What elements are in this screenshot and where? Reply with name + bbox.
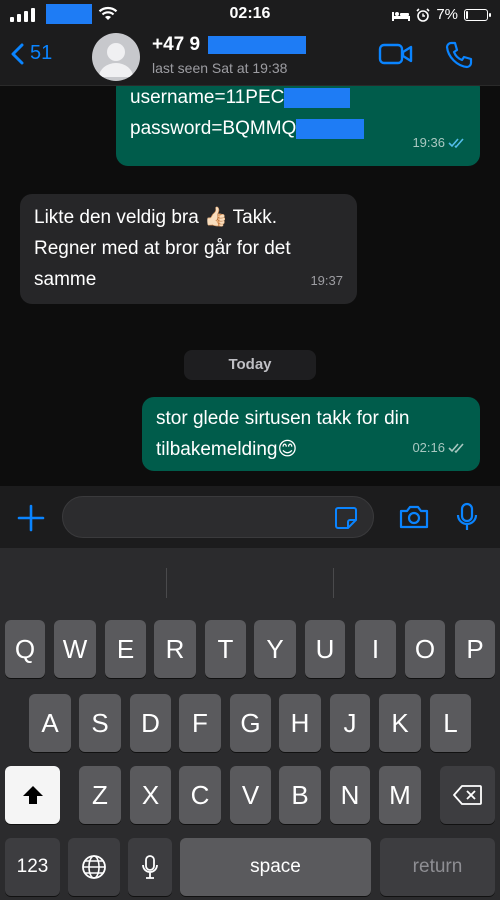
shift-key[interactable] bbox=[5, 766, 60, 824]
key-l[interactable]: L bbox=[430, 694, 471, 752]
back-button[interactable]: 51 bbox=[10, 42, 52, 65]
unread-count: 51 bbox=[30, 42, 53, 64]
key-s[interactable]: S bbox=[79, 694, 121, 752]
battery-icon bbox=[464, 8, 491, 21]
person-placeholder-icon bbox=[99, 43, 133, 77]
key-d[interactable]: D bbox=[130, 694, 171, 752]
key-o[interactable]: O bbox=[405, 620, 445, 678]
read-receipt-icon bbox=[448, 137, 464, 148]
composer-bar bbox=[0, 486, 500, 548]
text-redaction bbox=[284, 87, 351, 108]
key-n[interactable]: N bbox=[330, 766, 370, 824]
key-y[interactable]: Y bbox=[254, 620, 296, 678]
contact-number-redaction bbox=[208, 36, 306, 54]
return-key[interactable]: return bbox=[380, 838, 495, 896]
backspace-icon bbox=[452, 785, 482, 805]
contact-avatar[interactable] bbox=[92, 33, 140, 81]
key-u[interactable]: U bbox=[305, 620, 345, 678]
suggestion-divider bbox=[166, 568, 167, 598]
key-g[interactable]: G bbox=[230, 694, 271, 752]
globe-key[interactable] bbox=[68, 838, 120, 896]
key-m[interactable]: M bbox=[379, 766, 421, 824]
delete-key[interactable] bbox=[440, 766, 495, 824]
battery-percent: 7% bbox=[436, 6, 458, 23]
space-key[interactable]: space bbox=[180, 838, 371, 896]
video-call-button[interactable] bbox=[378, 42, 414, 66]
attach-plus-button[interactable] bbox=[16, 503, 46, 533]
key-v[interactable]: V bbox=[230, 766, 271, 824]
chat-header: 51 +47 9 last seen Sat at 19:38 bbox=[0, 30, 500, 86]
message-time: 02:16 bbox=[412, 440, 445, 455]
date-divider: Today bbox=[184, 350, 316, 380]
key-b[interactable]: B bbox=[279, 766, 321, 824]
chevron-left-icon bbox=[11, 43, 24, 64]
key-z[interactable]: Z bbox=[79, 766, 121, 824]
message-line: stor glede sirtusen takk for din bbox=[156, 408, 410, 429]
shift-arrow-icon bbox=[22, 786, 43, 804]
message-outgoing[interactable]: stor glede sirtusen takk for din tilbake… bbox=[142, 397, 480, 471]
key-w[interactable]: W bbox=[54, 620, 96, 678]
microphone-icon bbox=[142, 855, 158, 879]
key-j[interactable]: J bbox=[330, 694, 370, 752]
key-q[interactable]: Q bbox=[5, 620, 45, 678]
text-redaction bbox=[296, 118, 365, 139]
bed-icon bbox=[392, 11, 411, 21]
contact-name[interactable]: +47 9 bbox=[152, 34, 200, 56]
key-a[interactable]: A bbox=[29, 694, 71, 752]
voice-call-button[interactable] bbox=[444, 40, 474, 70]
alarm-clock-icon bbox=[416, 7, 430, 22]
sticker-button[interactable] bbox=[334, 506, 358, 530]
message-line: Regner med at bror går for det bbox=[34, 238, 291, 259]
dictation-key[interactable] bbox=[128, 838, 172, 896]
keyboard: Q W E R T Y U I O P A S D F G H J K L Z … bbox=[0, 548, 500, 900]
numbers-key[interactable]: 123 bbox=[5, 838, 60, 896]
message-time: 19:36 bbox=[412, 135, 445, 150]
key-i[interactable]: I bbox=[355, 620, 396, 678]
key-x[interactable]: X bbox=[130, 766, 171, 824]
message-incoming[interactable]: Likte den veldig bra 👍🏻 Takk. Regner med… bbox=[20, 194, 357, 304]
key-f[interactable]: F bbox=[179, 694, 221, 752]
key-t[interactable]: T bbox=[205, 620, 246, 678]
message-input[interactable] bbox=[62, 496, 374, 538]
key-e[interactable]: E bbox=[105, 620, 146, 678]
message-line: username=11PEC bbox=[130, 86, 466, 113]
key-p[interactable]: P bbox=[455, 620, 495, 678]
microphone-button[interactable] bbox=[456, 502, 478, 532]
chat-area[interactable]: username=11PEC password=BQMMQ 19:36 Likt… bbox=[0, 86, 500, 486]
camera-button[interactable] bbox=[398, 504, 430, 530]
key-k[interactable]: K bbox=[379, 694, 421, 752]
key-r[interactable]: R bbox=[154, 620, 196, 678]
suggestion-bar bbox=[0, 548, 500, 606]
message-line: Likte den veldig bra 👍🏻 Takk. bbox=[34, 207, 277, 228]
suggestion-divider bbox=[333, 568, 334, 598]
status-bar: 02:16 7% bbox=[0, 0, 500, 30]
key-c[interactable]: C bbox=[179, 766, 221, 824]
globe-icon bbox=[82, 855, 106, 879]
key-h[interactable]: H bbox=[279, 694, 321, 752]
last-seen-status: last seen Sat at 19:38 bbox=[152, 60, 288, 76]
read-receipt-icon bbox=[448, 442, 464, 453]
message-outgoing[interactable]: username=11PEC password=BQMMQ 19:36 bbox=[116, 86, 480, 166]
message-time: 19:37 bbox=[310, 273, 343, 288]
battery-level bbox=[466, 10, 468, 19]
message-line: samme bbox=[34, 269, 97, 290]
